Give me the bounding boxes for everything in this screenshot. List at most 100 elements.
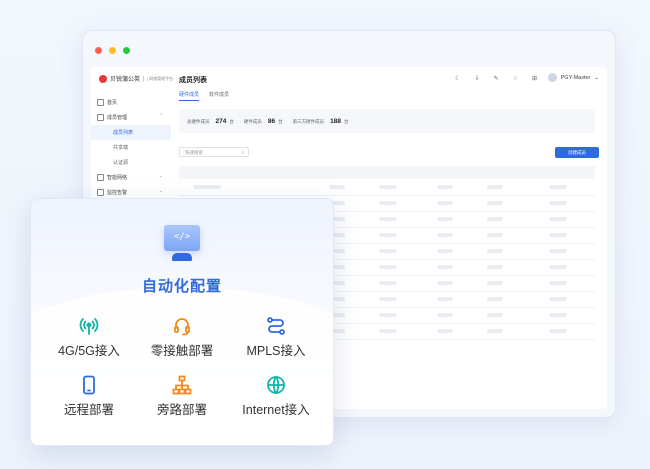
home-icon [97, 99, 104, 106]
skeleton-cell [437, 313, 453, 317]
signal-tower-icon [79, 318, 99, 335]
user-icon [97, 114, 104, 121]
sidebar-item-shared[interactable]: 共享端 [91, 140, 171, 155]
skeleton-cell [549, 217, 567, 221]
stats-bar: 总硬件成员 274 台 硬件成员 86 台 第三方硬件成员 188 台 [179, 109, 595, 133]
skeleton-cell [379, 249, 397, 253]
stat-value: 274 [215, 117, 227, 125]
feature-label: 旁路部署 [156, 403, 207, 417]
feature-internet: Internet接入 [226, 375, 326, 418]
skeleton-cell [379, 217, 397, 221]
network-icon [97, 174, 104, 181]
feature-zero-touch: 零接触部署 [132, 316, 232, 359]
skeleton-cell [379, 265, 397, 269]
logo-icon [99, 74, 107, 83]
card-title: 自动化配置 [141, 278, 222, 295]
skeleton-cell [549, 201, 567, 205]
create-member-button[interactable]: 创建成员 [555, 147, 599, 158]
tab-hardware[interactable]: 硬件成员 [179, 91, 200, 101]
stat-unit: 台 [278, 118, 283, 124]
top-bar: 贝锐蒲公英 | 网络管理平台 成员列表 ☾ ⇩ ✎ ♢ ⊞ PGY-Master… [91, 67, 607, 95]
stat-total: 总硬件成员 274 台 [187, 118, 234, 125]
edit-icon[interactable]: ✎ [494, 75, 499, 82]
avatar [547, 73, 557, 82]
logo-subtitle: | 网络管理平台 [143, 75, 173, 82]
maximize-dot-icon[interactable] [123, 47, 130, 54]
sidebar-item-home[interactable]: 首页 [91, 95, 171, 110]
sidebar-item-auth[interactable]: 认证源 [91, 155, 171, 170]
sidebar-item-label: 智能网络 [107, 175, 128, 181]
user-menu[interactable]: PGY-Master ⌄ [547, 73, 599, 82]
skeleton-cell [437, 265, 453, 269]
skeleton-cell [437, 201, 453, 205]
skeleton-cell [379, 281, 397, 285]
tabs: 硬件成员 软件成员 [179, 91, 229, 101]
skeleton-cell [549, 265, 567, 269]
theme-moon-icon[interactable]: ☾ [455, 75, 460, 82]
feature-bypass: 旁路部署 [132, 375, 232, 418]
table-row[interactable] [179, 179, 595, 196]
feature-label: MPLS接入 [246, 344, 306, 358]
feature-card: </> 自动化配置 4G/5G接入 零接触部署 MPLS接入 远程部署 旁路部署… [30, 198, 334, 446]
stat-unit: 台 [229, 118, 234, 124]
feature-label: 远程部署 [63, 403, 114, 417]
route-icon [267, 317, 285, 335]
card-background-arc [31, 287, 333, 445]
page-title: 成员列表 [179, 77, 207, 84]
skeleton-cell [487, 185, 503, 189]
skeleton-cell [437, 217, 453, 221]
skeleton-cell [487, 265, 503, 269]
network-topology-icon [172, 375, 192, 395]
monitor-icon [97, 189, 104, 196]
skeleton-cell [437, 281, 453, 285]
stat-unit: 台 [343, 118, 349, 124]
grid-icon[interactable]: ⊞ [532, 75, 537, 82]
bell-icon[interactable]: ♢ [513, 75, 518, 82]
tab-software[interactable]: 软件成员 [209, 91, 229, 101]
feature-remote: 远程部署 [39, 375, 139, 418]
sidebar-item-network[interactable]: 智能网络 ⌄ [91, 170, 171, 185]
table-header [179, 166, 595, 179]
sidebar-item-members[interactable]: 成员管理 ⌃ [91, 110, 171, 125]
chevron-down-icon: ⌄ [158, 188, 163, 194]
skeleton-cell [193, 185, 221, 189]
skeleton-cell [379, 233, 397, 237]
window-controls [95, 47, 130, 54]
skeleton-cell [487, 297, 503, 301]
sidebar-item-label: 监控告警 [107, 190, 128, 196]
headset-icon [174, 318, 190, 336]
skeleton-cell [379, 313, 397, 317]
toolbar: ☾ ⇩ ✎ ♢ ⊞ [455, 75, 537, 82]
chevron-down-icon: ⌄ [158, 173, 163, 179]
skeleton-cell [329, 185, 345, 189]
skeleton-cell [487, 233, 503, 237]
skeleton-cell [549, 281, 567, 285]
sidebar-item-label: 共享端 [113, 145, 129, 151]
sidebar-item-member-list[interactable]: 成员列表 [91, 125, 171, 140]
skeleton-cell [487, 313, 503, 317]
close-dot-icon[interactable] [95, 47, 102, 54]
skeleton-cell [549, 249, 567, 253]
stat-value: 86 [267, 117, 276, 125]
skeleton-cell [549, 313, 567, 317]
stat-hardware: 硬件成员 86 台 [244, 118, 283, 125]
skeleton-cell [379, 201, 397, 205]
sidebar-item-label: 成员管理 [107, 115, 128, 121]
skeleton-cell [437, 233, 453, 237]
stat-label: 硬件成员 [243, 118, 262, 124]
skeleton-cell [437, 185, 453, 189]
download-icon[interactable]: ⇩ [475, 75, 480, 82]
skeleton-cell [379, 297, 397, 301]
skeleton-cell [487, 329, 503, 333]
stat-label: 第三方硬件成员 [292, 118, 325, 124]
skeleton-cell [487, 281, 503, 285]
feature-label: Internet接入 [242, 403, 310, 417]
app-logo[interactable]: 贝锐蒲公英 | 网络管理平台 [99, 74, 173, 83]
monitor-stand [172, 253, 192, 261]
search-icon: ⌕ [241, 150, 244, 155]
minimize-dot-icon[interactable] [109, 47, 116, 54]
code-monitor-icon: </> [164, 225, 200, 251]
sidebar-item-label: 成员列表 [113, 130, 134, 136]
feature-label: 零接触部署 [150, 344, 214, 358]
search-input[interactable]: 快速搜索 ⌕ [179, 147, 249, 157]
